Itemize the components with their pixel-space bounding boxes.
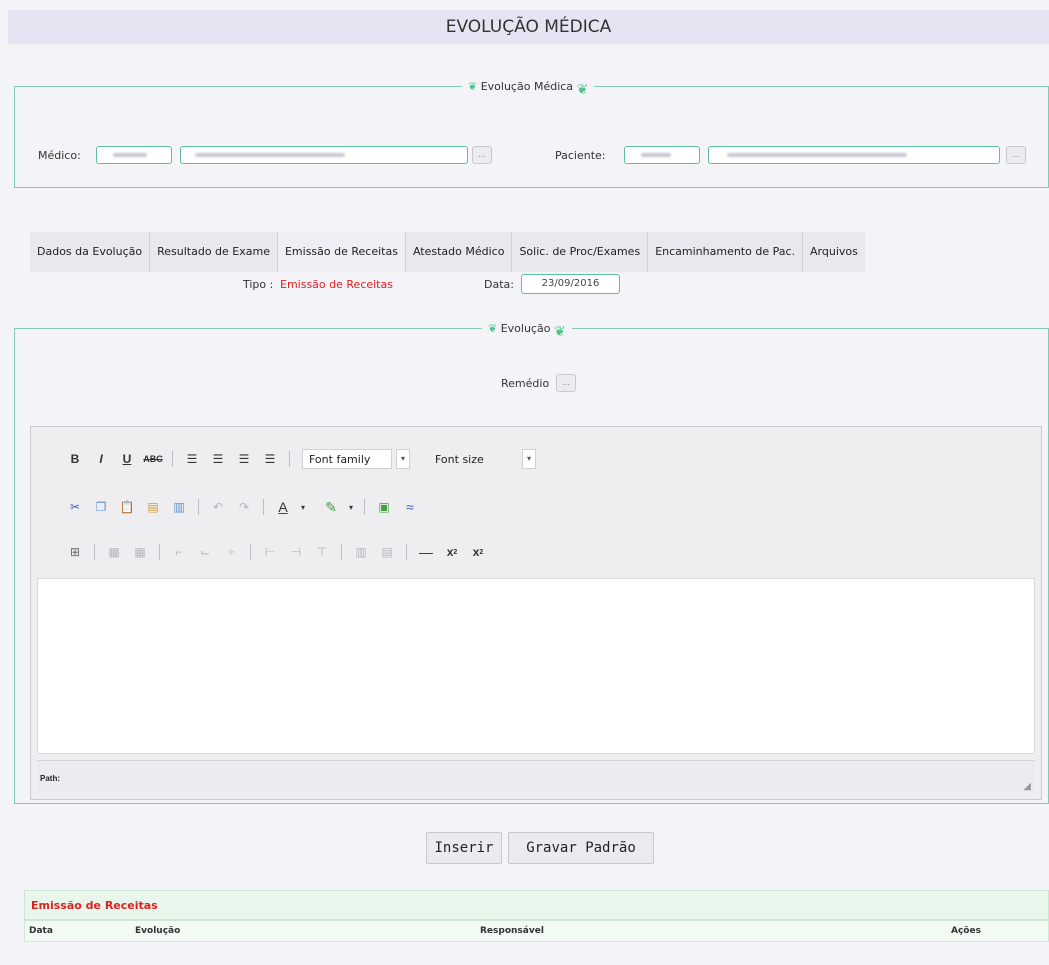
chevron-down-icon[interactable]: ▾	[344, 495, 358, 519]
strikethrough-icon[interactable]: ABC	[140, 447, 166, 471]
insert-table-icon[interactable]: ⊞	[62, 540, 88, 564]
medico-code-input[interactable]	[96, 146, 172, 164]
italic-icon[interactable]: I	[88, 447, 114, 471]
medico-name-input[interactable]	[180, 146, 468, 164]
tipo-label: Tipo :	[243, 278, 274, 291]
legend-text: Evolução	[500, 322, 551, 335]
toolbar-row-1: B I U ABC ☰ ☰ ☰ ☰ Font family ▾ Font siz…	[62, 447, 536, 471]
toolbar-separator	[198, 499, 199, 515]
medico-lookup-button[interactable]: ...	[472, 146, 492, 164]
toolbar-separator	[263, 499, 264, 515]
path-label: Path:	[40, 774, 60, 783]
chevron-down-icon[interactable]: ▾	[296, 495, 310, 519]
leaf-icon: ❦	[488, 322, 498, 335]
tab-solic-proc-exames[interactable]: Solic. de Proc/Exames	[512, 232, 649, 272]
html-source-icon[interactable]: ≈	[397, 495, 423, 519]
tab-bar: Dados da Evolução Resultado de Exame Emi…	[30, 232, 865, 272]
insert-row-after-icon[interactable]: ⌙	[192, 540, 218, 564]
tipo-value: Emissão de Receitas	[280, 278, 393, 291]
paciente-name-input[interactable]	[708, 146, 1000, 164]
paciente-lookup-button[interactable]: ...	[1006, 146, 1026, 164]
legend-text: Evolução Médica	[480, 80, 574, 93]
tab-encaminhamento[interactable]: Encaminhamento de Pac.	[648, 232, 804, 272]
fieldset-evolucao-medica	[14, 86, 1049, 188]
table-row-props-icon[interactable]: ▦	[101, 540, 127, 564]
align-left-icon[interactable]: ☰	[179, 447, 205, 471]
remedio-label: Remédio	[501, 377, 550, 390]
data-input[interactable]: 23/09/2016	[521, 274, 620, 294]
grid-title: Emissão de Receitas	[24, 890, 1049, 920]
table-cell-props-icon[interactable]: ▦	[127, 540, 153, 564]
copy-icon[interactable]: ❐	[88, 495, 114, 519]
delete-col-icon[interactable]: ⊤	[309, 540, 335, 564]
align-center-icon[interactable]: ☰	[205, 447, 231, 471]
toolbar-separator	[341, 544, 342, 560]
subscript-icon[interactable]: x2	[439, 540, 465, 564]
fieldset-legend-evolucao-medica: ❦ Evolução Médica ❦	[462, 78, 595, 98]
cut-icon[interactable]: ✂	[62, 495, 88, 519]
background-color-icon[interactable]: ✎	[318, 495, 344, 519]
chevron-down-icon[interactable]: ▾	[522, 449, 536, 469]
editor-path-bar: Path: ◢	[37, 760, 1035, 794]
align-right-icon[interactable]: ☰	[231, 447, 257, 471]
toolbar-row-2: ✂ ❐ 📋 ▤ ▥ ↶ ↷ A ▾ ✎ ▾ ▣ ≈	[62, 495, 423, 519]
leaf-icon: ❦	[553, 324, 566, 340]
col-header-acoes[interactable]: Ações	[951, 926, 981, 936]
col-header-evolucao[interactable]: Evolução	[135, 926, 180, 936]
bold-icon[interactable]: B	[62, 447, 88, 471]
receitas-grid: Emissão de Receitas Data Evolução Respon…	[24, 890, 1049, 965]
delete-row-icon[interactable]: ÷	[218, 540, 244, 564]
toolbar-separator	[406, 544, 407, 560]
insert-col-after-icon[interactable]: ⊣	[283, 540, 309, 564]
insert-row-before-icon[interactable]: ⌐	[166, 540, 192, 564]
paciente-label: Paciente:	[555, 149, 606, 162]
toolbar-separator	[250, 544, 251, 560]
align-justify-icon[interactable]: ☰	[257, 447, 283, 471]
toolbar-separator	[364, 499, 365, 515]
text-color-icon[interactable]: A	[270, 495, 296, 519]
toolbar-separator	[94, 544, 95, 560]
insert-image-icon[interactable]: ▣	[371, 495, 397, 519]
resize-handle-icon[interactable]: ◢	[1023, 781, 1031, 792]
col-header-data[interactable]: Data	[29, 926, 53, 936]
tab-atestado-medico[interactable]: Atestado Médico	[406, 232, 513, 272]
redo-icon[interactable]: ↷	[231, 495, 257, 519]
underline-icon[interactable]: U	[114, 447, 140, 471]
tab-resultado-de-exame[interactable]: Resultado de Exame	[150, 232, 278, 272]
page-title: EVOLUÇÃO MÉDICA	[8, 10, 1049, 44]
data-label: Data:	[484, 278, 514, 291]
grid-header-row: Data Evolução Responsável Ações	[24, 920, 1049, 942]
col-header-responsavel[interactable]: Responsável	[480, 926, 544, 936]
tab-arquivos[interactable]: Arquivos	[803, 232, 865, 272]
chevron-down-icon[interactable]: ▾	[396, 449, 410, 469]
toolbar-separator	[172, 451, 173, 467]
tab-dados-da-evolucao[interactable]: Dados da Evolução	[30, 232, 151, 272]
fieldset-legend-evolucao: ❦ Evolução ❦	[482, 320, 572, 340]
paste-text-icon[interactable]: ▤	[140, 495, 166, 519]
paste-icon[interactable]: 📋	[114, 495, 140, 519]
remedio-lookup-button[interactable]: ...	[556, 374, 576, 392]
gravar-padrao-button[interactable]: Gravar Padrão	[508, 832, 654, 864]
insert-col-before-icon[interactable]: ⊢	[257, 540, 283, 564]
horizontal-rule-icon[interactable]: —	[413, 540, 439, 564]
font-size-select[interactable]: Font size	[428, 449, 518, 469]
superscript-icon[interactable]: x2	[465, 540, 491, 564]
split-cells-icon[interactable]: ▥	[348, 540, 374, 564]
leaf-icon: ❦	[468, 80, 478, 93]
paciente-code-input[interactable]	[624, 146, 700, 164]
toolbar-row-3: ⊞ ▦ ▦ ⌐ ⌙ ÷ ⊢ ⊣ ⊤ ▥ ▤ — x2 x2	[62, 540, 491, 564]
medico-label: Médico:	[38, 149, 81, 162]
tab-emissao-de-receitas[interactable]: Emissão de Receitas	[277, 232, 406, 272]
merge-cells-icon[interactable]: ▤	[374, 540, 400, 564]
undo-icon[interactable]: ↶	[205, 495, 231, 519]
editor-content-area[interactable]	[37, 578, 1035, 754]
paste-word-icon[interactable]: ▥	[166, 495, 192, 519]
leaf-icon: ❦	[576, 82, 589, 98]
toolbar-separator	[159, 544, 160, 560]
toolbar-separator	[289, 451, 290, 467]
font-family-select[interactable]: Font family	[302, 449, 392, 469]
inserir-button[interactable]: Inserir	[426, 832, 502, 864]
